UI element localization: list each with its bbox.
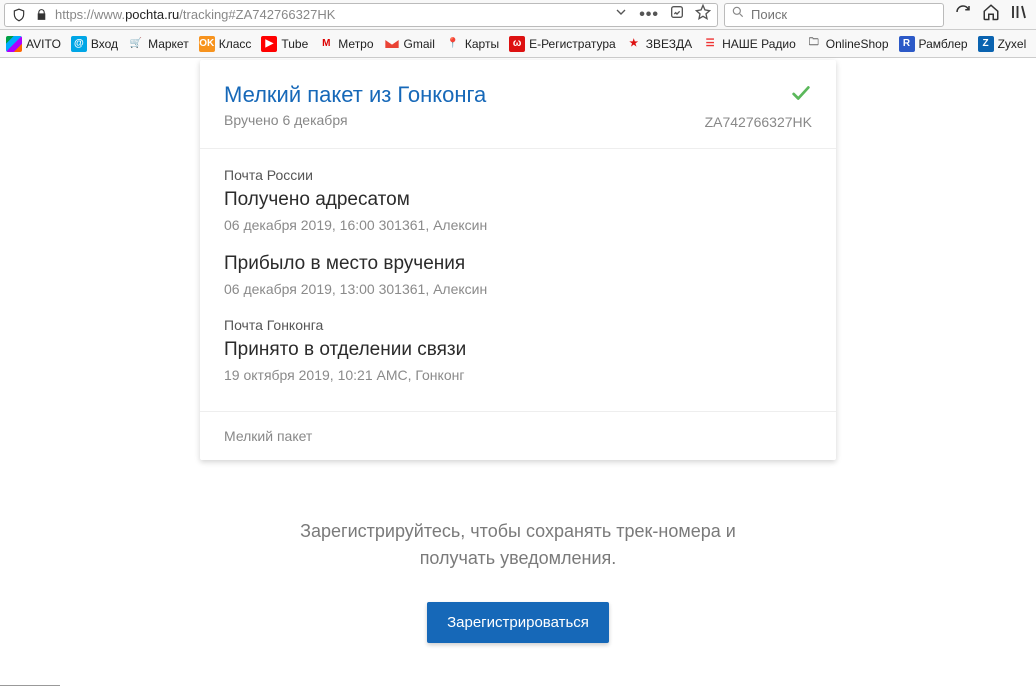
event-meta: 06 декабря 2019, 13:00 301361, Алексин bbox=[224, 281, 812, 297]
zyxel-icon: Z bbox=[978, 36, 994, 52]
bookmarks-bar: AVITO @Вход 🛒Маркет OKКласс ▶Tube MМетро… bbox=[0, 30, 1036, 58]
browser-address-bar: https://www.pochta.ru/tracking#ZA7427663… bbox=[0, 0, 1036, 30]
tracking-event: Прибыло в место вручения 06 декабря 2019… bbox=[224, 253, 812, 297]
cart-icon: 🛒 bbox=[128, 36, 144, 52]
promo-section: Зарегистрируйтесь, чтобы сохранять трек-… bbox=[198, 518, 838, 643]
at-icon: @ bbox=[71, 36, 87, 52]
event-title: Прибыло в место вручения bbox=[224, 253, 812, 275]
carrier-label: Почта Гонконга bbox=[224, 317, 812, 333]
reader-icon[interactable] bbox=[669, 4, 685, 25]
tracking-event: Получено адресатом 06 декабря 2019, 16:0… bbox=[224, 189, 812, 233]
bookmark-zyxel[interactable]: ZZyxel bbox=[978, 36, 1027, 52]
bookmark-avito[interactable]: AVITO bbox=[6, 36, 61, 52]
tracking-number: ZA742766327HK bbox=[705, 114, 812, 130]
folder-icon: 🗀 bbox=[806, 36, 822, 52]
search-input[interactable] bbox=[751, 7, 937, 22]
bookmark-metro[interactable]: MМетро bbox=[318, 36, 373, 52]
bookmark-gmail[interactable]: Gmail bbox=[384, 36, 435, 52]
star-icon[interactable] bbox=[695, 4, 711, 25]
card-footer: Мелкий пакет bbox=[200, 411, 836, 460]
metro-icon: M bbox=[318, 36, 334, 52]
parcel-title[interactable]: Мелкий пакет из Гонконга bbox=[224, 82, 486, 108]
radio-icon: ☰ bbox=[702, 36, 718, 52]
delivery-status: Вручено 6 декабря bbox=[224, 112, 486, 128]
bookmark-ereg[interactable]: ωЕ-Регистратура bbox=[509, 36, 616, 52]
promo-text: Зарегистрируйтесь, чтобы сохранять трек-… bbox=[198, 518, 838, 572]
search-icon bbox=[731, 5, 745, 24]
url-bar[interactable]: https://www.pochta.ru/tracking#ZA7427663… bbox=[4, 3, 718, 27]
bookmark-rambler[interactable]: RРамблер bbox=[899, 36, 968, 52]
event-title: Получено адресатом bbox=[224, 189, 812, 211]
window-edge bbox=[0, 685, 60, 691]
bookmark-vhod[interactable]: @Вход bbox=[71, 36, 118, 52]
bookmark-zvezda[interactable]: ★ЗВЕЗДА bbox=[626, 36, 692, 52]
bookmark-tube[interactable]: ▶Tube bbox=[261, 36, 308, 52]
ok-icon: OK bbox=[199, 36, 215, 52]
library-icon[interactable] bbox=[1010, 3, 1028, 26]
tracking-card: Мелкий пакет из Гонконга Вручено 6 декаб… bbox=[200, 60, 836, 460]
rambler-icon: R bbox=[899, 36, 915, 52]
card-body: Почта России Получено адресатом 06 декаб… bbox=[200, 149, 836, 411]
refresh-icon[interactable] bbox=[954, 3, 972, 26]
register-button[interactable]: Зарегистрироваться bbox=[427, 602, 609, 643]
tracking-event: Принято в отделении связи 19 октября 201… bbox=[224, 339, 812, 383]
youtube-icon: ▶ bbox=[261, 36, 277, 52]
event-meta: 19 октября 2019, 10:21 AMC, Гонконг bbox=[224, 367, 812, 383]
star-red-icon: ★ bbox=[626, 36, 642, 52]
event-title: Принято в отделении связи bbox=[224, 339, 812, 361]
avito-icon bbox=[6, 36, 22, 52]
chevron-down-icon[interactable] bbox=[613, 4, 629, 25]
bookmark-radio[interactable]: ☰НАШЕ Радио bbox=[702, 36, 796, 52]
home-icon[interactable] bbox=[982, 3, 1000, 26]
pin-icon: 📍 bbox=[445, 36, 461, 52]
search-bar[interactable] bbox=[724, 3, 944, 27]
carrier-label: Почта России bbox=[224, 167, 812, 183]
card-header: Мелкий пакет из Гонконга Вручено 6 декаб… bbox=[200, 60, 836, 149]
url-text[interactable]: https://www.pochta.ru/tracking#ZA7427663… bbox=[55, 7, 607, 22]
shield-icon[interactable] bbox=[11, 7, 27, 23]
bookmark-onlineshop[interactable]: 🗀OnlineShop bbox=[806, 36, 889, 52]
more-icon[interactable]: ••• bbox=[639, 6, 659, 24]
bookmark-market[interactable]: 🛒Маркет bbox=[128, 36, 189, 52]
bookmark-klass[interactable]: OKКласс bbox=[199, 36, 252, 52]
bookmark-karty[interactable]: 📍Карты bbox=[445, 36, 499, 52]
page-content: Мелкий пакет из Гонконга Вручено 6 декаб… bbox=[0, 58, 1036, 691]
gmail-icon bbox=[384, 36, 400, 52]
event-meta: 06 декабря 2019, 16:00 301361, Алексин bbox=[224, 217, 812, 233]
ereg-icon: ω bbox=[509, 36, 525, 52]
lock-icon[interactable] bbox=[33, 7, 49, 23]
check-icon bbox=[705, 82, 812, 108]
